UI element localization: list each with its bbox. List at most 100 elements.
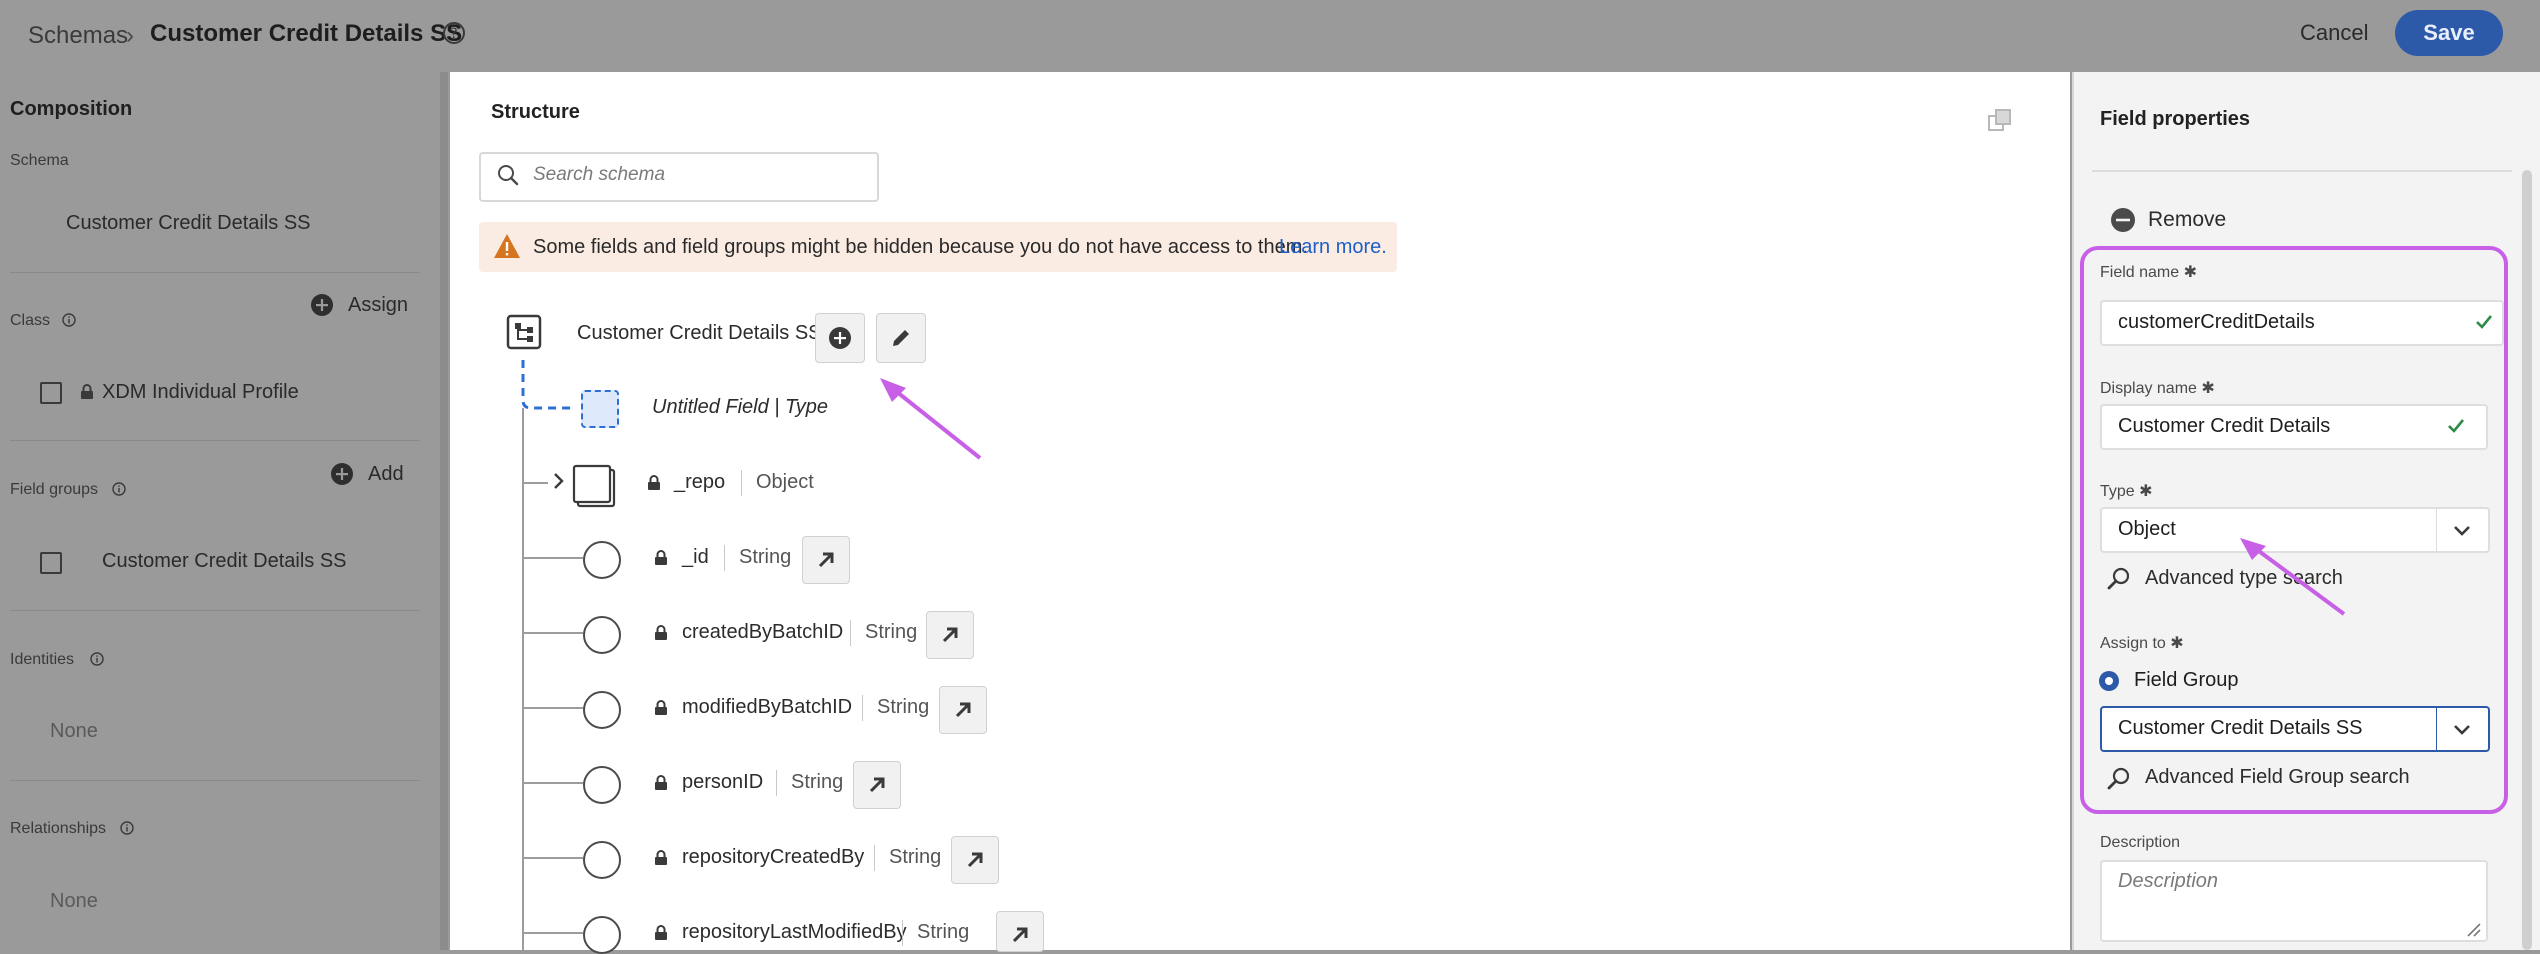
field-type: String — [889, 846, 942, 868]
field-groups-label: Field groups — [10, 481, 99, 498]
copy-icon[interactable] — [1987, 108, 2013, 134]
lock-icon — [648, 475, 660, 490]
warning-icon — [494, 234, 520, 258]
identities-value: None — [50, 720, 98, 742]
edit-button[interactable] — [876, 313, 926, 363]
arrow-link-icon — [942, 627, 958, 643]
search-icon — [498, 165, 519, 186]
field-node-icon — [583, 691, 621, 729]
separator — [902, 920, 903, 946]
arrow-link-icon — [818, 552, 834, 568]
field-node-icon — [583, 766, 621, 804]
field-type: String — [877, 696, 930, 718]
scrollbar[interactable] — [2522, 170, 2532, 950]
field-node-icon — [583, 916, 621, 954]
repo-field-type: Object — [756, 471, 814, 493]
search-placeholder: Search schema — [533, 164, 666, 185]
field-group-value[interactable]: Customer Credit Details SS — [102, 550, 347, 573]
arrow-link-icon — [967, 852, 983, 868]
schema-value[interactable]: Customer Credit Details SS — [66, 212, 311, 235]
add-icon — [829, 327, 851, 349]
arrow-link-icon — [869, 777, 885, 793]
structure-title: Structure — [491, 101, 580, 123]
field-group-checkbox[interactable] — [40, 552, 62, 574]
divider — [10, 780, 420, 781]
field-link-button[interactable] — [996, 911, 1044, 952]
remove-button[interactable]: Remove — [2148, 208, 2226, 232]
divider — [10, 272, 420, 273]
info-icon[interactable] — [112, 482, 126, 496]
divider — [10, 440, 420, 441]
panel-divider[interactable] — [440, 72, 448, 950]
field-name[interactable]: _id — [682, 546, 709, 569]
add-field-button[interactable] — [815, 313, 865, 363]
field-link-button[interactable] — [951, 836, 999, 884]
field-type: String — [791, 771, 844, 793]
identities-label: Identities — [10, 651, 75, 668]
repo-field-name[interactable]: _repo — [674, 471, 725, 494]
class-value[interactable]: XDM Individual Profile — [102, 381, 299, 404]
breadcrumb-schemas[interactable]: Schemas — [28, 22, 128, 50]
page-title: Customer Credit Details SS — [150, 20, 463, 47]
separator — [724, 545, 725, 571]
save-button[interactable]: Save — [2395, 10, 2503, 56]
relationships-value: None — [50, 890, 98, 912]
field-name[interactable]: personID — [682, 771, 763, 794]
field-name[interactable]: createdByBatchID — [682, 621, 843, 644]
svg-text:?: ? — [450, 26, 457, 42]
learn-more-link[interactable]: Learn more. — [1279, 236, 1387, 259]
field-properties-title: Field properties — [2100, 108, 2251, 130]
lock-icon — [655, 625, 667, 640]
separator — [850, 620, 851, 646]
field-node-icon — [583, 541, 621, 579]
info-icon[interactable] — [90, 652, 104, 666]
untitled-field-label[interactable]: Untitled Field | Type — [652, 396, 828, 419]
composition-title: Composition — [10, 98, 133, 120]
field-link-button[interactable] — [802, 536, 850, 584]
lock-icon — [655, 550, 667, 565]
info-icon[interactable] — [62, 313, 76, 327]
field-type: String — [739, 546, 792, 568]
lock-icon — [655, 850, 667, 865]
separator — [862, 695, 863, 721]
field-name[interactable]: repositoryLastModifiedBy — [682, 921, 907, 944]
help-icon[interactable]: ? — [442, 21, 466, 45]
field-link-button[interactable] — [939, 686, 987, 734]
add-icon[interactable] — [330, 462, 354, 486]
new-field-placeholder[interactable] — [581, 390, 619, 428]
arrow-link-icon — [1012, 927, 1028, 943]
add-field-group-button[interactable]: Add — [368, 463, 404, 486]
edit-icon — [893, 330, 909, 346]
field-name[interactable]: modifiedByBatchID — [682, 696, 852, 719]
divider — [2092, 170, 2512, 172]
resize-icon[interactable] — [2466, 922, 2482, 938]
field-link-button[interactable] — [926, 611, 974, 659]
schema-root-label[interactable]: Customer Credit Details SS — [577, 322, 822, 345]
annotation-highlight — [2080, 246, 2508, 814]
info-icon[interactable] — [120, 821, 134, 835]
remove-icon[interactable] — [2110, 207, 2136, 233]
relationships-label: Relationships — [10, 820, 107, 837]
field-type: String — [865, 621, 918, 643]
assign-class-button[interactable]: Assign — [348, 294, 408, 317]
add-icon[interactable] — [310, 293, 334, 317]
lock-icon — [655, 700, 667, 715]
chevron-right-icon[interactable] — [552, 472, 566, 490]
description-placeholder: Description — [2118, 870, 2219, 892]
field-link-button[interactable] — [853, 761, 901, 809]
cancel-button[interactable]: Cancel — [2300, 20, 2368, 46]
lock-icon — [655, 775, 667, 790]
field-node-icon — [583, 841, 621, 879]
separator — [874, 845, 875, 871]
warning-text: Some fields and field groups might be hi… — [533, 236, 1308, 258]
object-icon — [572, 464, 616, 508]
composition-panel — [0, 72, 440, 950]
schema-label: Schema — [10, 152, 69, 169]
field-name[interactable]: repositoryCreatedBy — [682, 846, 864, 869]
schema-root-icon — [506, 314, 542, 350]
divider — [10, 610, 420, 611]
field-node-icon — [583, 616, 621, 654]
separator — [776, 770, 777, 796]
description-label: Description — [2100, 834, 2181, 851]
class-checkbox[interactable] — [40, 382, 62, 404]
